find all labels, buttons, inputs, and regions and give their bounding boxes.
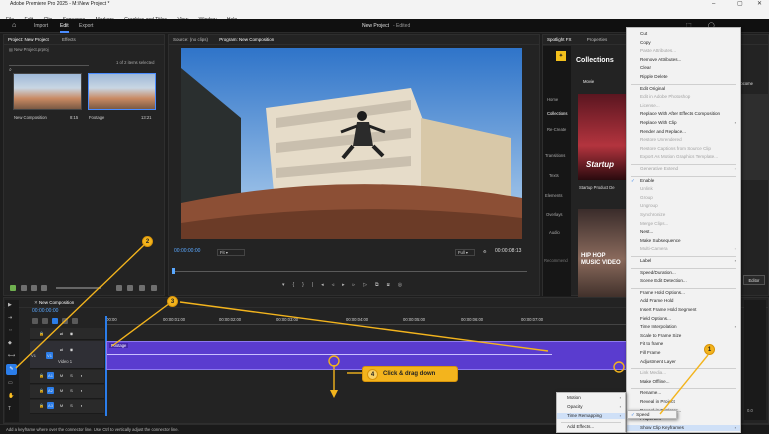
callout-3: 3 [167,296,178,307]
callout-4-box: 4 Click & drag down [362,366,458,382]
callout-2: 2 [142,236,153,247]
callout-1-arrow [659,354,709,415]
callout-4: 4 [367,369,378,380]
callout-1: 1 [704,344,715,355]
premiere-window: Adobe Premiere Pro 2025 - M:\New Project… [0,0,769,434]
callout-4-text: Click & drag down [383,371,436,377]
callout-3-arrow-a [111,302,171,347]
down-arrow-icon [330,390,338,398]
drag-point-marker [328,355,340,367]
callout-2-arrow [15,243,146,369]
callout-3-arrow-b [179,301,549,352]
drag-point-marker [613,361,625,373]
